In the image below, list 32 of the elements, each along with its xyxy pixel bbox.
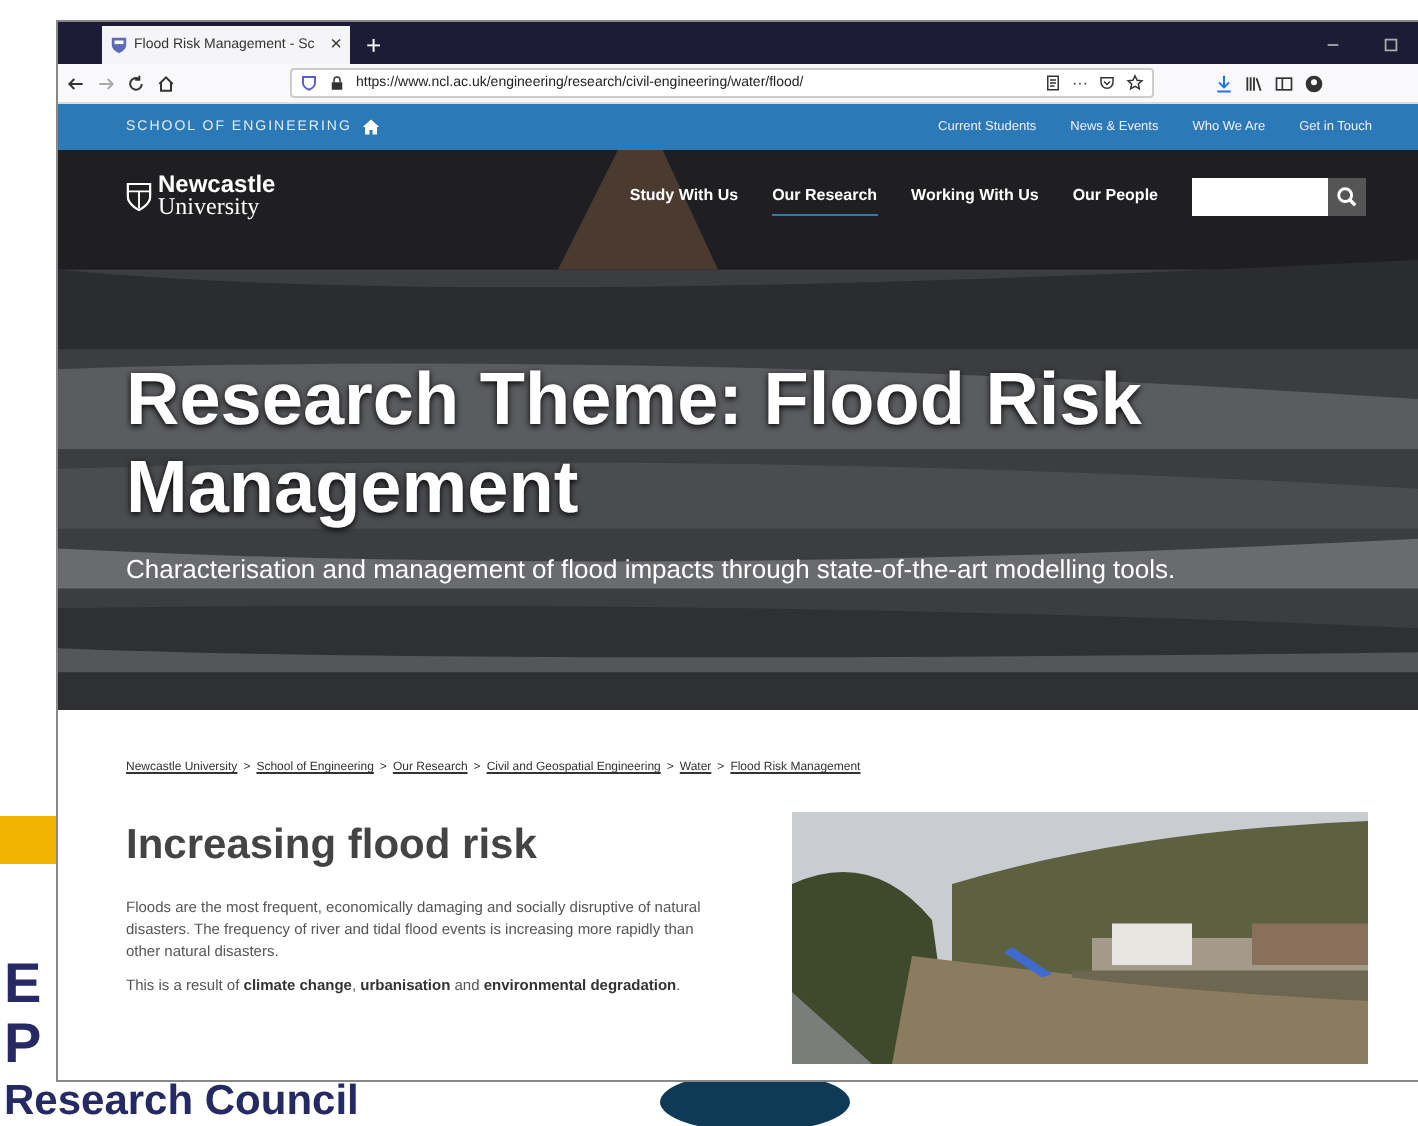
- slide-text: E: [4, 956, 42, 1012]
- back-icon[interactable]: [66, 73, 86, 93]
- close-tab-button[interactable]: ×: [330, 34, 342, 56]
- star-icon[interactable]: [1126, 74, 1144, 92]
- slide-text: Research Council: [4, 1080, 359, 1122]
- university-logo[interactable]: Newcastle University: [126, 174, 276, 220]
- search-field[interactable]: [1192, 177, 1328, 216]
- hero-title: Research Theme: Flood Risk Management: [126, 355, 1144, 533]
- slide-text: P: [4, 1016, 42, 1072]
- section-heading: Increasing flood risk: [126, 822, 539, 870]
- reader-view-icon[interactable]: [1044, 74, 1062, 92]
- library-icon[interactable]: [1244, 73, 1264, 93]
- account-icon[interactable]: [1304, 73, 1324, 93]
- search-button[interactable]: [1328, 177, 1366, 216]
- new-tab-button[interactable]: +: [350, 26, 398, 64]
- nav-link[interactable]: Our Research: [772, 177, 878, 216]
- pocket-icon[interactable]: [1098, 74, 1116, 92]
- nav-link[interactable]: Our People: [1072, 177, 1158, 216]
- maximize-icon[interactable]: [1382, 36, 1400, 54]
- shield-icon: [110, 36, 128, 54]
- nav-link[interactable]: Study With Us: [629, 177, 739, 216]
- shield-icon: [300, 74, 318, 92]
- nav-link[interactable]: Working With Us: [911, 177, 1039, 216]
- download-icon[interactable]: [1214, 73, 1234, 93]
- more-button[interactable]: ···: [1072, 75, 1088, 91]
- sidebar-icon[interactable]: [1274, 73, 1294, 93]
- crest-icon: [126, 181, 152, 212]
- hero-subtitle: Characterisation and management of flood impacts through state-of-the-art modelling tools.: [126, 553, 1178, 584]
- lock-icon: [328, 74, 346, 92]
- search-icon: [1336, 185, 1358, 208]
- home-icon[interactable]: [156, 73, 176, 93]
- reload-icon[interactable]: [126, 73, 146, 93]
